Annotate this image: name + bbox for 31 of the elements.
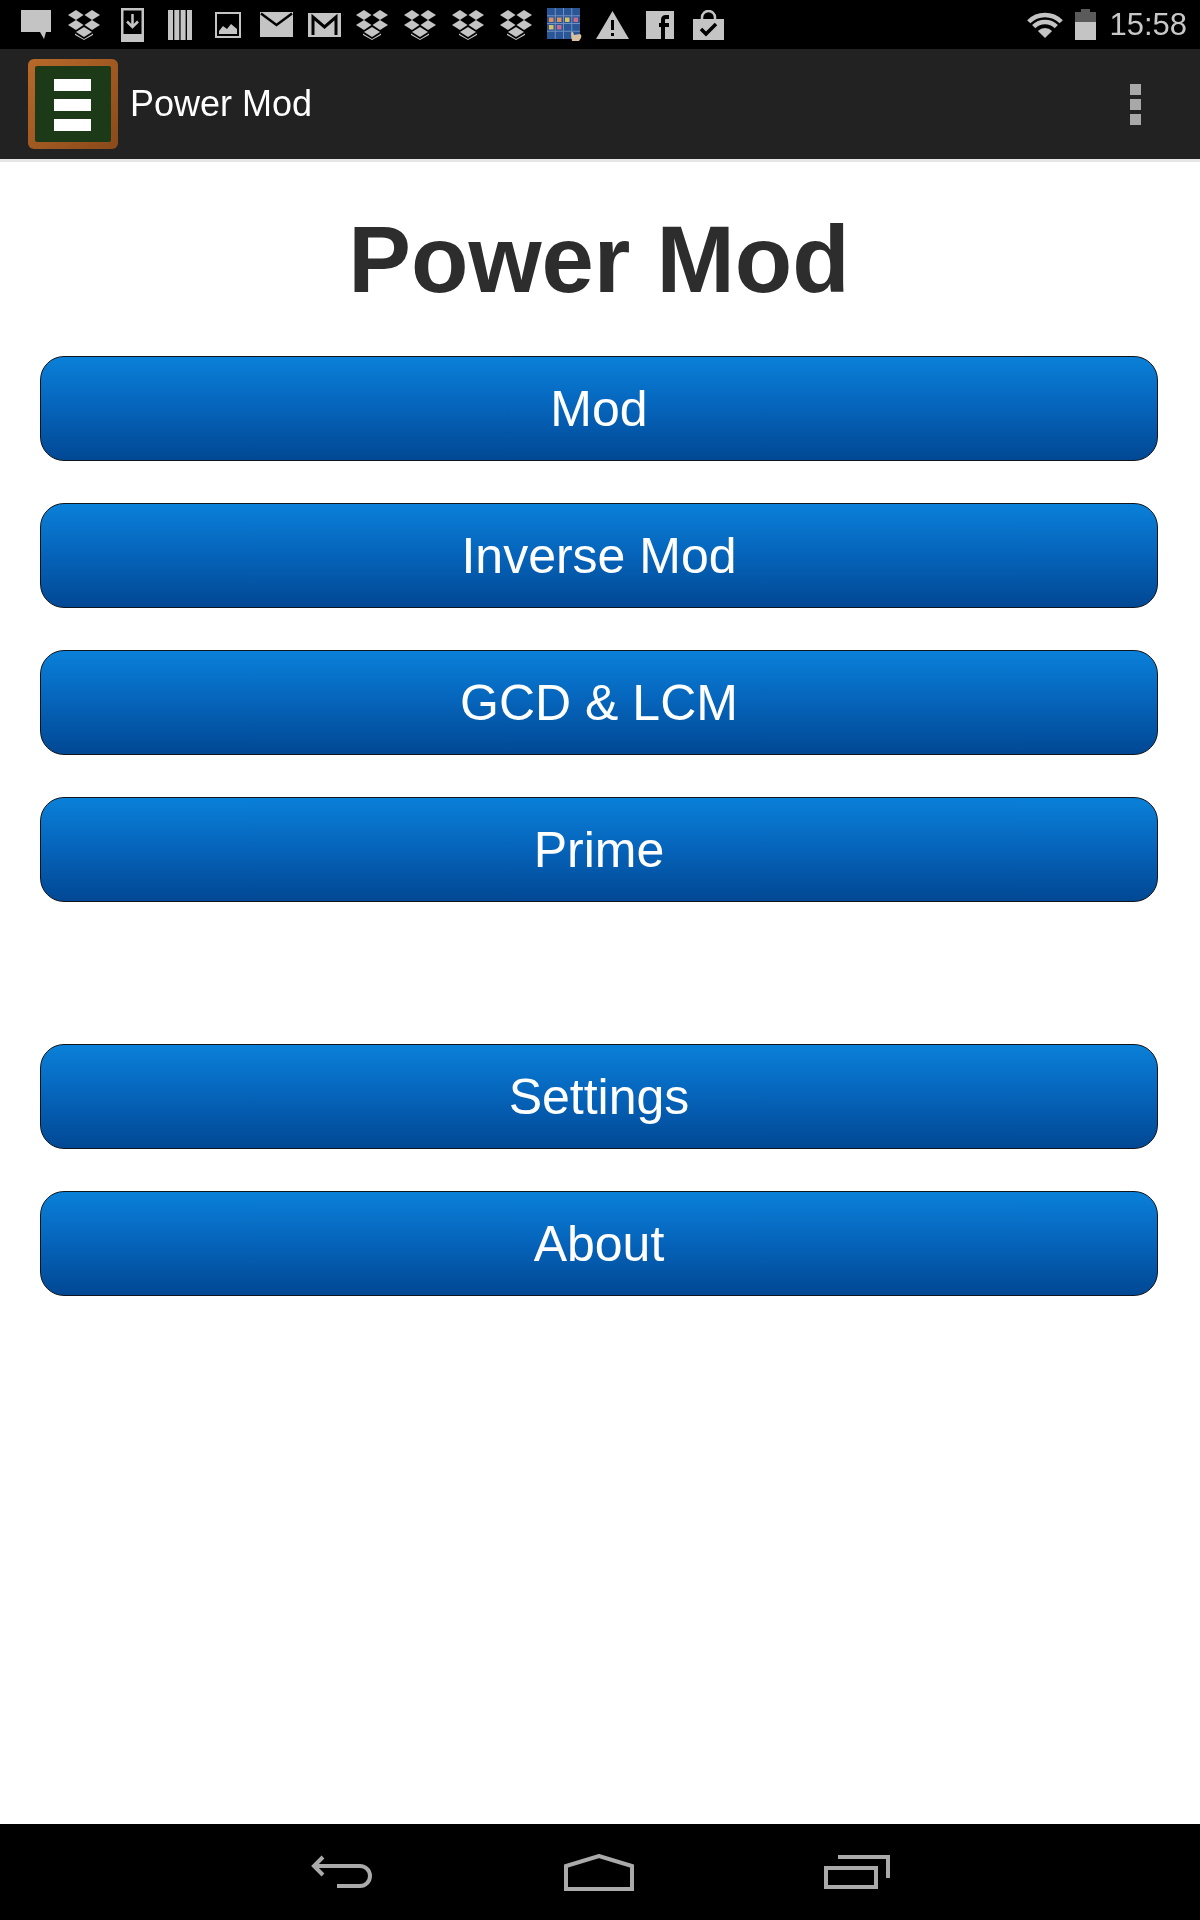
- box-icon: [356, 9, 388, 40]
- menu-button[interactable]: Inverse Mod: [40, 503, 1158, 608]
- app-title: Power Mod: [130, 83, 314, 125]
- recent-apps-icon[interactable]: [824, 1855, 890, 1889]
- menu-button[interactable]: Prime: [40, 797, 1158, 902]
- mail-icon: [259, 12, 293, 37]
- download-icon: [120, 7, 144, 42]
- box-icon: [68, 9, 100, 40]
- letter-grid-icon: [546, 8, 582, 41]
- image-icon: [215, 11, 241, 38]
- page-heading: Power Mod: [347, 206, 851, 314]
- battery-icon: [1075, 9, 1097, 40]
- warning-icon: [595, 10, 629, 39]
- menu-button[interactable]: About: [40, 1191, 1158, 1296]
- box-icon: [500, 9, 532, 40]
- box-icon: [404, 9, 436, 40]
- wifi-icon: [1026, 11, 1065, 38]
- f-square-icon: [646, 10, 674, 39]
- menu-button[interactable]: GCD & LCM: [40, 650, 1158, 755]
- vertical-bars-icon: [168, 9, 192, 40]
- box-icon: [452, 9, 484, 40]
- home-icon[interactable]: [564, 1853, 634, 1891]
- menu-button[interactable]: Mod: [40, 356, 1158, 461]
- message-icon: [21, 10, 51, 39]
- app-logo-icon: [28, 59, 118, 149]
- menu-button[interactable]: Settings: [40, 1044, 1158, 1149]
- shopping-bag-icon: [692, 9, 724, 40]
- overflow-menu-icon[interactable]: [1130, 83, 1141, 125]
- m-envelope-icon: [307, 12, 341, 37]
- clock-time: 15:58: [1109, 9, 1187, 40]
- back-icon[interactable]: [310, 1855, 374, 1889]
